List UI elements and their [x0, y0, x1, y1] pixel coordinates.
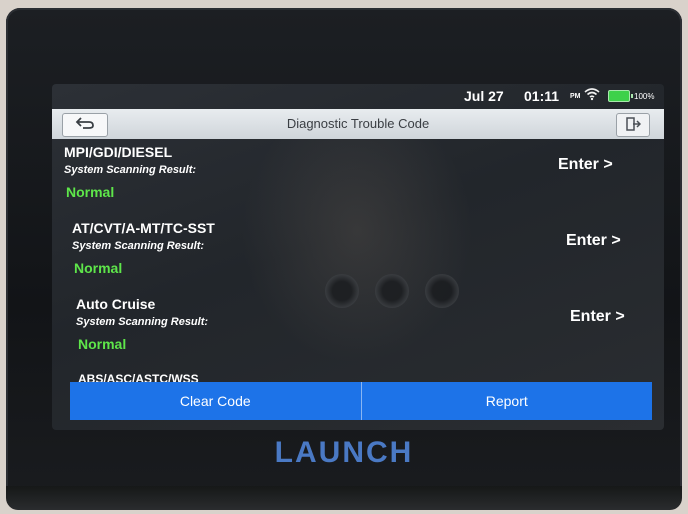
device-bezel-bottom — [6, 486, 682, 510]
enter-button[interactable]: Enter > — [558, 156, 613, 174]
scan-result-status: Normal — [74, 260, 123, 276]
scan-result-status: Normal — [66, 184, 115, 200]
status-ampm: PM — [570, 93, 581, 100]
enter-button[interactable]: Enter > — [570, 308, 625, 326]
enter-button[interactable]: Enter > — [566, 232, 621, 250]
battery-percent: 100% — [634, 92, 655, 101]
action-bar: Clear Code Report — [70, 382, 652, 420]
battery-icon — [608, 90, 633, 102]
system-item-partial[interactable]: ABS/ASC/ASTC/WSS — [78, 372, 199, 382]
report-button[interactable]: Report — [361, 382, 652, 420]
page-title: Diagnostic Trouble Code — [286, 116, 430, 131]
wifi-icon — [584, 87, 600, 104]
system-item-at[interactable]: AT/CVT/A-MT/TC-SST System Scanning Resul… — [60, 218, 664, 294]
status-time: 01:11 — [524, 88, 560, 104]
title-bar: Diagnostic Trouble Code — [52, 109, 664, 139]
system-list: MPI/GDI/DIESEL System Scanning Result: N… — [52, 142, 664, 382]
scan-result-status: Normal — [78, 336, 127, 352]
exit-button[interactable] — [616, 113, 650, 137]
status-bar: Jul 27 01:11 PM 100% — [52, 84, 664, 106]
system-name: Auto Cruise — [76, 296, 156, 312]
brand-logo: LAUNCH — [274, 436, 414, 469]
exit-icon — [625, 116, 642, 135]
system-item-mpi[interactable]: MPI/GDI/DIESEL System Scanning Result: N… — [52, 142, 664, 218]
device-screen: Jul 27 01:11 PM 100% Diagnostic Trouble … — [52, 84, 664, 430]
scan-result-label: System Scanning Result: — [64, 164, 197, 176]
system-item-auto-cruise[interactable]: Auto Cruise System Scanning Result: Norm… — [64, 294, 664, 370]
status-date: Jul 27 — [464, 88, 504, 104]
system-name: AT/CVT/A-MT/TC-SST — [72, 220, 215, 236]
scan-result-label: System Scanning Result: — [72, 240, 205, 252]
scan-result-label: System Scanning Result: — [76, 316, 209, 328]
system-name: MPI/GDI/DIESEL — [64, 144, 173, 160]
clear-code-button[interactable]: Clear Code — [70, 382, 362, 420]
